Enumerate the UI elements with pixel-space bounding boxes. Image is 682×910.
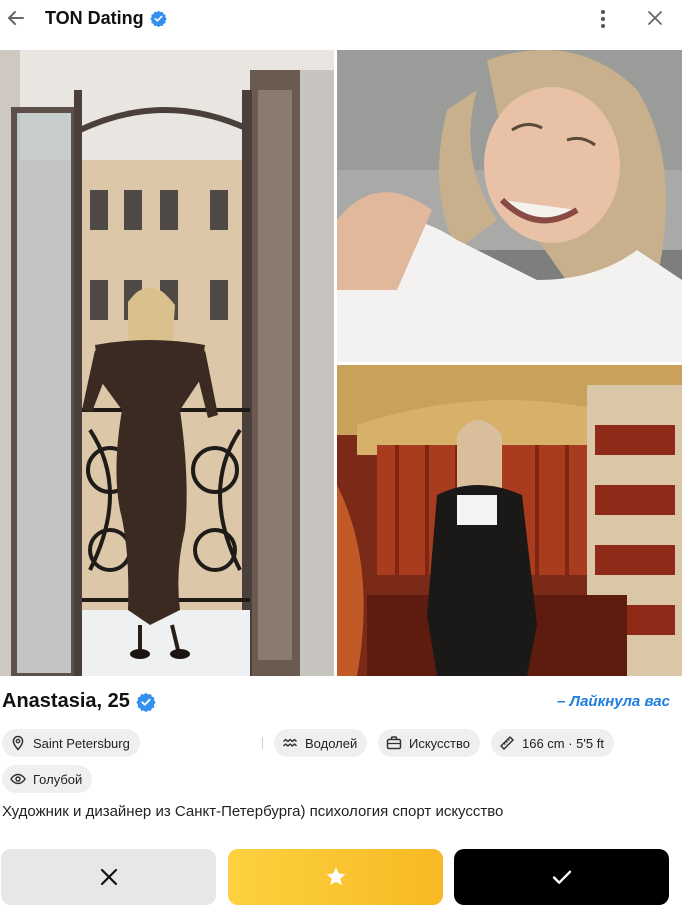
arrow-left-icon[interactable] xyxy=(4,6,28,30)
verified-badge-icon xyxy=(149,10,167,27)
app-title-group: TON Dating xyxy=(45,8,167,29)
profile-name: Anastasia, 25 xyxy=(2,690,130,712)
briefcase-icon xyxy=(386,736,402,750)
profile-photo-main[interactable] xyxy=(0,50,334,676)
chip-eye-color-label: Голубой xyxy=(33,771,83,787)
chip-zodiac-label: Водолей xyxy=(305,735,358,751)
chip-divider xyxy=(262,737,263,749)
chip-city-label: Saint Petersburg xyxy=(33,735,130,751)
ruler-icon xyxy=(500,736,514,750)
superlike-button[interactable] xyxy=(228,849,443,905)
kebab-menu-icon[interactable] xyxy=(592,7,614,31)
close-icon[interactable] xyxy=(643,6,667,30)
checkmark-icon xyxy=(552,870,571,884)
chip-zodiac: Водолей xyxy=(274,729,368,757)
profile-name-row: Anastasia, 25 xyxy=(2,690,156,713)
aquarius-icon xyxy=(282,738,298,747)
verified-badge-icon xyxy=(136,692,156,712)
profile-photo-bottom-right[interactable] xyxy=(337,365,682,676)
chip-eye-color: Голубой xyxy=(2,765,93,793)
chip-height-label: 166 cm · 5'5 ft xyxy=(522,735,604,751)
dislike-button[interactable] xyxy=(1,849,216,905)
liked-you-label: – Лайкнула вас xyxy=(557,693,670,710)
top-bar: TON Dating xyxy=(0,0,682,38)
profile-bio: Художник и дизайнер из Санкт-Петербурга)… xyxy=(2,803,504,820)
chip-height: 166 cm · 5'5 ft xyxy=(491,729,614,757)
app-title: TON Dating xyxy=(45,8,144,28)
chip-interest: Искусство xyxy=(378,729,480,757)
eye-icon xyxy=(10,773,26,785)
like-button[interactable] xyxy=(454,849,669,905)
x-icon xyxy=(100,868,117,886)
chip-city: Saint Petersburg xyxy=(2,729,140,757)
location-pin-icon xyxy=(12,735,24,751)
star-icon xyxy=(326,867,345,885)
profile-photo-top-right[interactable] xyxy=(337,50,682,362)
chip-interest-label: Искусство xyxy=(409,735,470,751)
